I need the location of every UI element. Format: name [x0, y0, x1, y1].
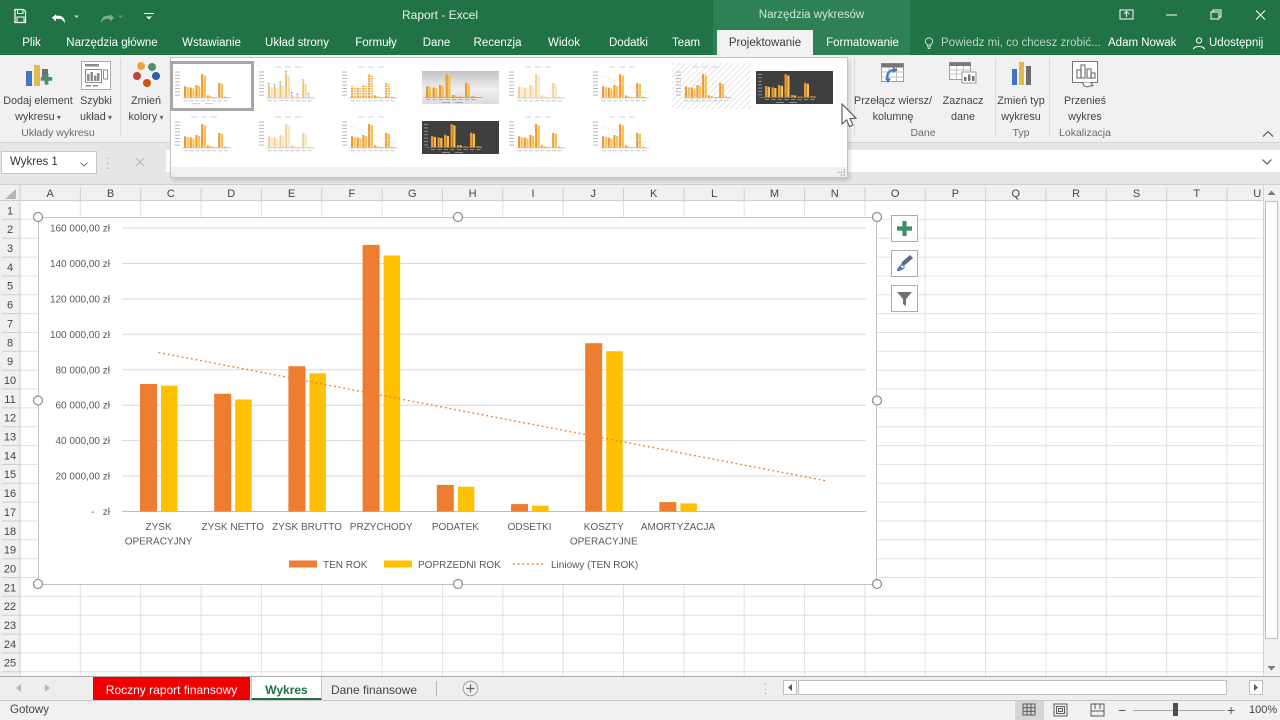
svg-text:15: 15 [4, 469, 16, 481]
svg-text:KOSZTY: KOSZTY [584, 522, 624, 533]
svg-text:3: 3 [7, 243, 13, 255]
svg-text:ODSETKI: ODSETKI [508, 522, 552, 533]
svg-text:ZYSK: ZYSK [146, 522, 172, 533]
svg-text:13: 13 [4, 432, 16, 444]
svg-text:7: 7 [7, 318, 13, 330]
svg-text:25: 25 [4, 658, 16, 670]
svg-text:1: 1 [7, 205, 13, 217]
svg-text:40 000,00 zł: 40 000,00 zł [56, 436, 111, 447]
svg-text:G: G [408, 188, 417, 200]
svg-text:N: N [831, 188, 839, 200]
svg-text:OPERACYJNY: OPERACYJNY [125, 537, 193, 548]
svg-text:4: 4 [7, 262, 13, 274]
svg-text:Liniowy (TEN ROK): Liniowy (TEN ROK) [551, 560, 638, 571]
svg-text:P: P [952, 188, 959, 200]
svg-text:5: 5 [7, 281, 13, 293]
svg-text:22: 22 [4, 601, 16, 613]
svg-text:160 000,00 zł: 160 000,00 zł [50, 224, 111, 235]
svg-text:L: L [711, 188, 717, 200]
svg-text:80 000,00 zł: 80 000,00 zł [56, 365, 111, 376]
svg-text:I: I [531, 188, 534, 200]
svg-text:18: 18 [4, 526, 16, 538]
svg-text:14: 14 [4, 450, 16, 462]
svg-text:TEN ROK: TEN ROK [323, 560, 368, 571]
svg-text:S: S [1133, 188, 1140, 200]
svg-text:M: M [770, 188, 779, 200]
svg-text:A: A [47, 188, 55, 200]
svg-text:H: H [469, 188, 477, 200]
svg-text:20 000,00 zł: 20 000,00 zł [56, 472, 111, 483]
svg-text:ZYSK NETTO: ZYSK NETTO [201, 522, 264, 533]
svg-text:6: 6 [7, 300, 13, 312]
svg-text:120 000,00 zł: 120 000,00 zł [50, 294, 111, 305]
svg-text:16: 16 [4, 488, 16, 500]
svg-text:11: 11 [4, 394, 15, 406]
svg-text:J: J [591, 188, 597, 200]
svg-text:10: 10 [4, 375, 16, 387]
svg-text:O: O [891, 188, 900, 200]
svg-text:- zł: - zł [91, 507, 111, 518]
svg-text:140 000,00 zł: 140 000,00 zł [50, 259, 111, 270]
svg-text:R: R [1072, 188, 1080, 200]
svg-text:PODATEK: PODATEK [432, 522, 479, 533]
svg-text:60 000,00 zł: 60 000,00 zł [56, 401, 111, 412]
svg-text:D: D [227, 188, 235, 200]
svg-text:21: 21 [4, 582, 16, 594]
svg-text:17: 17 [4, 507, 16, 519]
svg-text:19: 19 [4, 545, 16, 557]
svg-text:23: 23 [4, 620, 16, 632]
svg-text:20: 20 [4, 564, 16, 576]
svg-text:U: U [1253, 188, 1261, 200]
svg-text:9: 9 [7, 356, 13, 368]
svg-text:OPERACYJNE: OPERACYJNE [570, 537, 638, 548]
svg-text:Q: Q [1012, 188, 1021, 200]
svg-text:8: 8 [7, 337, 13, 349]
svg-text:F: F [349, 188, 356, 200]
svg-text:ZYSK BRUTTO: ZYSK BRUTTO [272, 522, 342, 533]
svg-text:PRZYCHODY: PRZYCHODY [350, 522, 413, 533]
svg-text:C: C [167, 188, 175, 200]
svg-text:12: 12 [4, 413, 16, 425]
svg-text:2: 2 [7, 224, 13, 236]
svg-text:24: 24 [4, 639, 16, 651]
svg-text:K: K [650, 188, 658, 200]
svg-text:AMORTYZACJA: AMORTYZACJA [641, 522, 716, 533]
svg-text:E: E [288, 188, 295, 200]
svg-text:POPRZEDNI ROK: POPRZEDNI ROK [418, 560, 501, 571]
svg-text:100 000,00 zł: 100 000,00 zł [50, 330, 111, 341]
svg-text:B: B [107, 188, 114, 200]
svg-text:T: T [1193, 188, 1200, 200]
